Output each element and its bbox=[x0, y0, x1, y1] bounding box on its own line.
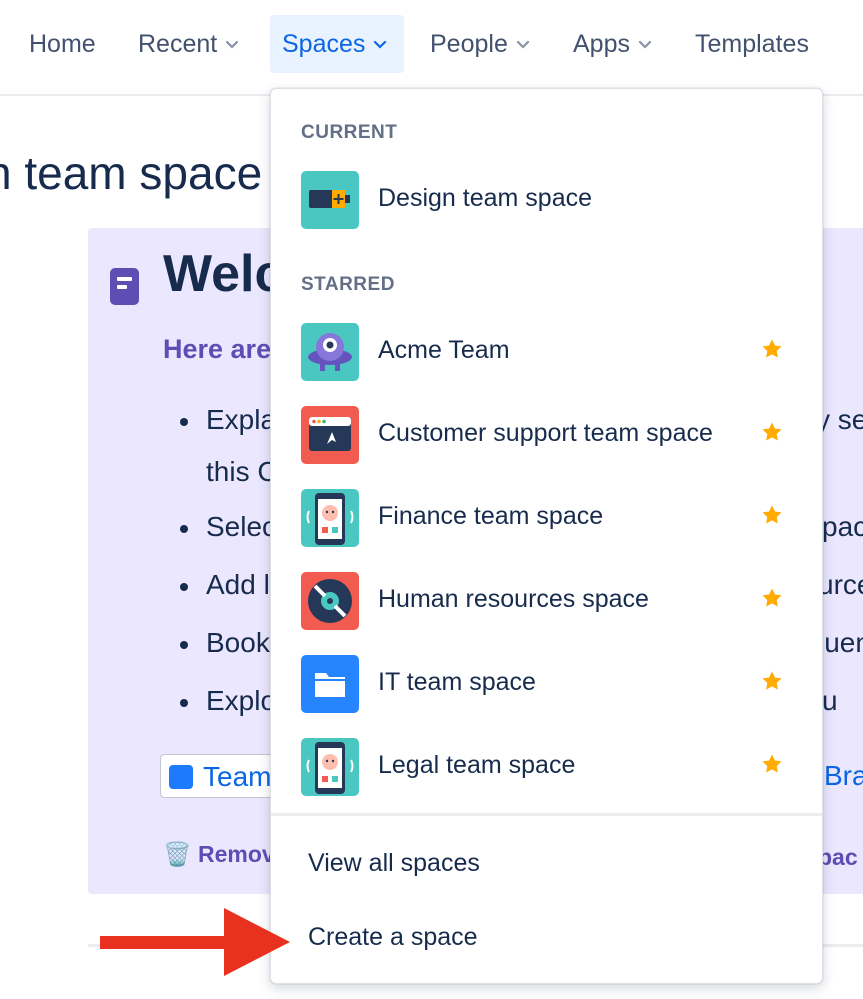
bullet-text: Explo bbox=[206, 685, 277, 716]
remove-link[interactable]: 🗑️ Remov bbox=[163, 841, 275, 868]
nav-apps[interactable]: Apps bbox=[561, 15, 664, 73]
spaces-dropdown: CURRENT Design team space STARRED Acme T… bbox=[270, 88, 823, 984]
annotation-arrow-icon bbox=[100, 908, 290, 976]
trash-icon: 🗑️ bbox=[163, 841, 199, 867]
nav-home-label: Home bbox=[29, 29, 96, 58]
nav-spaces-label: Spaces bbox=[282, 29, 366, 58]
nav-home[interactable]: Home bbox=[17, 15, 108, 73]
space-name: Acme Team bbox=[378, 336, 510, 364]
nav-people-label: People bbox=[430, 29, 508, 58]
robot-ufo-icon bbox=[301, 323, 359, 381]
space-name: Customer support team space bbox=[378, 419, 713, 447]
bullet-dot bbox=[180, 583, 188, 591]
space-name: Human resources space bbox=[378, 585, 649, 613]
space-item-human-resources[interactable]: Human resources space bbox=[271, 568, 822, 642]
space-name: Design team space bbox=[378, 184, 593, 212]
bullet-text-continued: this C bbox=[206, 456, 278, 487]
star-icon[interactable] bbox=[760, 669, 784, 693]
bullet-text: Book bbox=[206, 627, 270, 658]
bullet-text-tail: pac bbox=[822, 511, 863, 542]
space-name: Legal team space bbox=[378, 751, 576, 779]
bullet-dot bbox=[180, 525, 188, 533]
remove-link-label: Remov bbox=[198, 841, 275, 867]
link-fragment[interactable]: pac bbox=[818, 844, 858, 871]
bullet-text: Add l bbox=[206, 569, 270, 600]
team-page-link-label: Team bbox=[203, 761, 272, 792]
phone-avatar-icon bbox=[301, 738, 359, 796]
intro-heading: Here are bbox=[163, 334, 272, 364]
space-name: Finance team space bbox=[378, 502, 604, 530]
bullet-dot bbox=[180, 418, 188, 426]
dropdown-divider bbox=[271, 813, 822, 816]
page-title: n team space bbox=[0, 147, 263, 199]
space-item-it-team[interactable]: IT team space bbox=[271, 651, 822, 725]
folder-icon bbox=[301, 655, 359, 713]
bullet-dot bbox=[180, 699, 188, 707]
bullet-text: Selec bbox=[206, 511, 277, 542]
section-heading-starred: STARRED bbox=[301, 274, 395, 295]
star-icon[interactable] bbox=[760, 586, 784, 610]
view-all-spaces-link[interactable]: View all spaces bbox=[308, 849, 480, 878]
star-icon[interactable] bbox=[760, 752, 784, 776]
nav-apps-label: Apps bbox=[573, 29, 630, 58]
chevron-down-icon bbox=[516, 40, 529, 49]
phone-avatar-icon bbox=[301, 489, 359, 547]
bullet-dot bbox=[180, 641, 188, 649]
page-icon bbox=[169, 765, 193, 789]
top-navigation: Home Recent Spaces People Apps Templates bbox=[0, 0, 863, 96]
section-heading-current: CURRENT bbox=[301, 122, 398, 143]
star-icon[interactable] bbox=[760, 337, 784, 361]
nav-templates[interactable]: Templates bbox=[683, 15, 821, 73]
chevron-down-icon bbox=[638, 40, 652, 49]
bullet-text-tail: u bbox=[822, 685, 838, 716]
link-fragment[interactable]: Bra bbox=[824, 760, 863, 792]
browser-window-icon bbox=[301, 406, 359, 464]
chevron-down-icon bbox=[374, 40, 387, 49]
vinyl-record-icon bbox=[301, 572, 359, 630]
space-item-finance-team[interactable]: Finance team space bbox=[271, 485, 822, 559]
space-item-design-team[interactable]: Design team space bbox=[271, 167, 822, 241]
nav-templates-label: Templates bbox=[695, 29, 809, 58]
nav-people[interactable]: People bbox=[418, 15, 542, 73]
space-item-customer-support[interactable]: Customer support team space bbox=[271, 402, 822, 476]
star-icon[interactable] bbox=[760, 420, 784, 444]
chevron-down-icon bbox=[226, 40, 239, 49]
create-space-link[interactable]: Create a space bbox=[308, 923, 478, 952]
bullet-text-tail: y se bbox=[816, 404, 863, 435]
space-item-acme-team[interactable]: Acme Team bbox=[271, 319, 822, 393]
bullet-text: Expla bbox=[206, 404, 277, 435]
nav-spaces[interactable]: Spaces bbox=[270, 15, 404, 73]
bullet-text-tail: luen bbox=[818, 627, 863, 658]
nav-recent-label: Recent bbox=[138, 29, 218, 58]
star-icon[interactable] bbox=[760, 503, 784, 527]
battery-icon bbox=[301, 171, 359, 229]
space-item-legal-team[interactable]: Legal team space bbox=[271, 734, 822, 808]
document-icon bbox=[110, 268, 139, 305]
space-name: IT team space bbox=[378, 668, 536, 696]
bullet-text-tail: urce bbox=[818, 569, 863, 600]
welcome-heading: Welc bbox=[163, 245, 284, 303]
nav-recent[interactable]: Recent bbox=[126, 15, 251, 73]
